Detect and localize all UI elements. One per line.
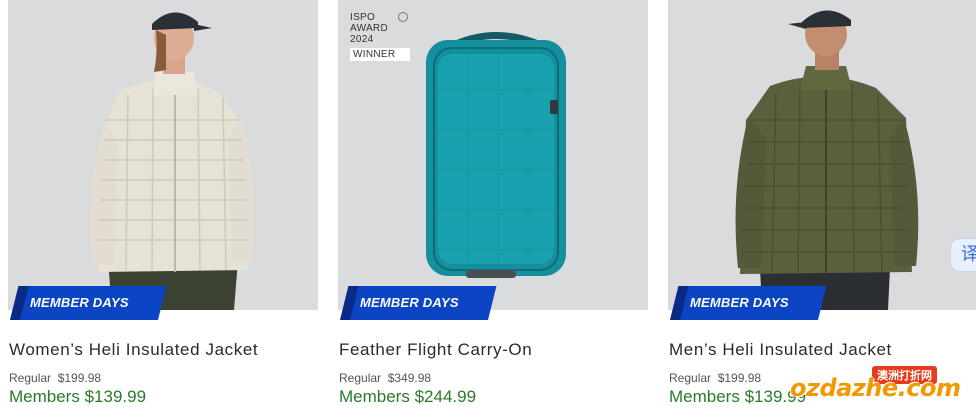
regular-label: Regular	[339, 371, 382, 385]
product-image-carry-on[interactable]: ISPO AWARD 2024 WINNER	[338, 0, 648, 310]
badge-label: MEMBER DAYS	[690, 295, 789, 310]
award-line-3: 2024	[350, 34, 374, 45]
product-title[interactable]: Women’s Heli Insulated Jacket	[9, 340, 258, 360]
ispo-award-label: ISPO AWARD 2024 WINNER	[350, 12, 414, 61]
members-price: Members $139.99	[669, 387, 806, 407]
regular-label: Regular	[9, 371, 52, 385]
member-days-badge: MEMBER DAYS	[10, 286, 167, 320]
regular-price: Regular $349.98	[339, 371, 431, 385]
badge-label: MEMBER DAYS	[30, 295, 129, 310]
regular-price-value: $199.98	[57, 371, 102, 385]
womens-jacket-image	[8, 0, 318, 310]
member-days-badge: MEMBER DAYS	[670, 286, 827, 320]
product-card[interactable]: MEMBER DAYS Women’s Heli Insulated Jacke…	[8, 0, 318, 417]
product-image-mens-jacket[interactable]	[668, 0, 976, 310]
product-card[interactable]: MEMBER DAYS Men’s Heli Insulated Jacket …	[668, 0, 976, 417]
watermark-logo: ozdazhe.com	[790, 374, 961, 402]
product-title[interactable]: Feather Flight Carry-On	[339, 340, 532, 360]
mens-jacket-image	[668, 0, 976, 310]
members-price-value: $139.99	[84, 387, 147, 406]
member-days-badge: MEMBER DAYS	[340, 286, 497, 320]
product-title[interactable]: Men’s Heli Insulated Jacket	[669, 340, 892, 360]
site-watermark: 澳洲打折网 ozdazhe.com	[790, 366, 961, 414]
badge-label: MEMBER DAYS	[360, 295, 459, 310]
regular-price: Regular $199.98	[9, 371, 101, 385]
translate-icon[interactable]: 译	[950, 238, 976, 272]
regular-price-value: $349.98	[387, 371, 432, 385]
product-card[interactable]: ISPO AWARD 2024 WINNER MEMBER DAYS Feath…	[338, 0, 648, 417]
members-label: Members	[669, 387, 740, 406]
regular-price-value: $199.98	[717, 371, 762, 385]
members-price: Members $244.99	[339, 387, 476, 407]
members-price-value: $244.99	[414, 387, 477, 406]
award-line-2: AWARD	[350, 23, 388, 34]
members-price: Members $139.99	[9, 387, 146, 407]
award-winner: WINNER	[350, 48, 410, 61]
regular-label: Regular	[669, 371, 712, 385]
product-image-womens-jacket[interactable]	[8, 0, 318, 310]
members-label: Members	[9, 387, 80, 406]
award-icon	[398, 12, 408, 22]
members-label: Members	[339, 387, 410, 406]
regular-price: Regular $199.98	[669, 371, 761, 385]
